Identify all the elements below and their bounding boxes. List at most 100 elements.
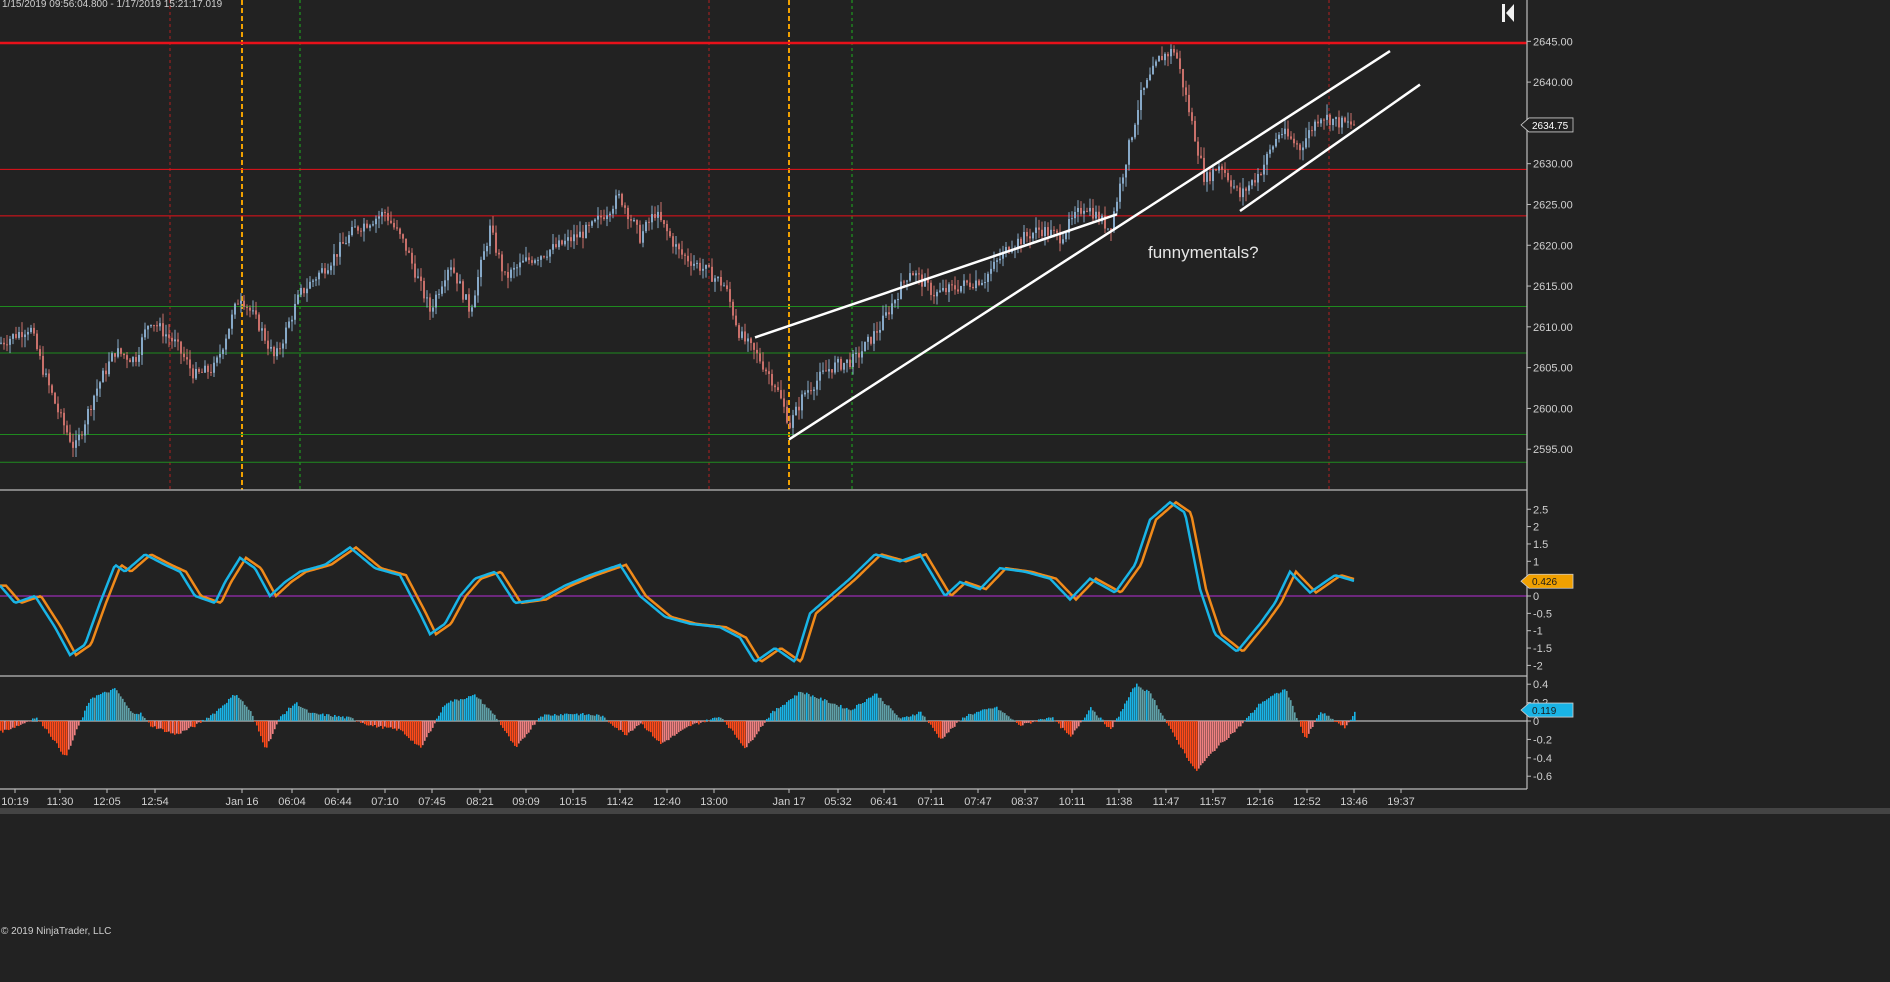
candle-body <box>522 260 524 263</box>
candle-body <box>1035 227 1037 233</box>
hist-bar <box>804 694 806 721</box>
candle-body <box>546 256 548 258</box>
candle-body <box>492 225 494 233</box>
hist-bar <box>1294 712 1296 721</box>
hist-bar <box>192 721 194 728</box>
candle-body <box>447 269 449 281</box>
candle-body <box>291 319 293 322</box>
hist-bar <box>1120 711 1122 721</box>
hist-bar <box>1140 687 1142 721</box>
candle-body <box>708 264 710 267</box>
hist-bar <box>1270 696 1272 721</box>
candle-body <box>735 315 737 326</box>
hist-bar <box>34 718 36 721</box>
candle-body <box>207 365 209 372</box>
hist-bar <box>1036 721 1038 722</box>
hist-bar <box>392 721 394 729</box>
candle-body <box>300 288 302 295</box>
hist-bar <box>246 706 248 721</box>
candle-body <box>117 348 119 357</box>
hist-bar <box>914 715 916 721</box>
hist-bar <box>330 716 332 721</box>
hist-bar <box>504 721 506 731</box>
candle-body <box>150 325 152 327</box>
hist-bar <box>826 700 828 721</box>
hist-bar <box>544 714 546 721</box>
hist-bar <box>1182 721 1184 750</box>
candle-body <box>930 282 932 295</box>
candle-body <box>852 353 854 368</box>
hist-bar <box>180 721 182 734</box>
candle-body <box>639 224 641 243</box>
hist-bar <box>364 721 366 725</box>
hist-bar <box>832 703 834 721</box>
hist-bar <box>434 721 436 724</box>
candle-body <box>327 270 329 274</box>
hist-bar <box>898 717 900 721</box>
hist-bar <box>928 721 930 724</box>
hist-bar <box>1352 716 1354 721</box>
hist-bar <box>1248 716 1250 721</box>
hist-bar <box>574 714 576 721</box>
hist-bar <box>746 721 748 748</box>
hist-bar <box>976 711 978 721</box>
hist-bar <box>1156 705 1158 721</box>
candle-body <box>165 334 167 337</box>
hist-bar <box>1112 721 1114 728</box>
candle-body <box>72 441 74 448</box>
candle-body <box>246 306 248 308</box>
candle-body <box>678 244 680 250</box>
candle-body <box>24 334 26 338</box>
hist-bar <box>248 709 250 721</box>
candle-body <box>1020 238 1022 245</box>
candle-body <box>861 351 863 358</box>
hist-bar <box>1206 721 1208 759</box>
hist-bar <box>846 707 848 721</box>
hist-bar <box>178 721 180 735</box>
hist-bar <box>50 721 52 737</box>
candle-body <box>771 373 773 386</box>
jump-to-start-icon[interactable] <box>1502 4 1514 22</box>
hist-bar <box>420 721 422 748</box>
hist-bar <box>442 706 444 721</box>
candle-body <box>1221 166 1223 170</box>
candle-body <box>891 303 893 315</box>
hist-bar <box>1262 701 1264 721</box>
stoch-last-value: 0.426 <box>1532 577 1557 588</box>
hist-bar <box>794 695 796 721</box>
hist-bar <box>774 711 776 721</box>
hist-bar <box>106 692 108 721</box>
hist-bar <box>862 702 864 721</box>
hist-bar <box>482 703 484 721</box>
candle-body <box>1170 48 1172 57</box>
candle-body <box>282 343 284 349</box>
hist-bar <box>558 715 560 721</box>
hist-bar <box>12 721 14 728</box>
hist-bar <box>494 714 496 721</box>
hist-bar <box>1244 720 1246 722</box>
candle-body <box>942 288 944 291</box>
hist-bar <box>250 711 252 721</box>
hist-bar <box>478 698 480 721</box>
candle-body <box>1143 87 1145 91</box>
hist-bar <box>60 721 62 752</box>
hist-bar <box>702 721 704 722</box>
time-tick-label: 06:41 <box>870 796 898 808</box>
candle-body <box>909 273 911 281</box>
hist-bar <box>160 721 162 729</box>
candle-body <box>1071 218 1073 220</box>
candle-body <box>174 339 176 342</box>
candle-body <box>834 362 836 373</box>
candle-body <box>342 242 344 244</box>
chart-canvas[interactable]: 2645.002640.002635.002630.002625.002620.… <box>0 0 1890 982</box>
candle-body <box>1191 112 1193 121</box>
hist-bar <box>932 721 934 728</box>
candle-body <box>993 261 995 269</box>
candle-body <box>369 225 371 228</box>
candle-body <box>768 371 770 374</box>
hist-bar <box>258 721 260 732</box>
hist-bar <box>1150 693 1152 721</box>
hist-bar <box>922 715 924 721</box>
hist-bar <box>1214 721 1216 752</box>
hist-bar <box>298 706 300 721</box>
